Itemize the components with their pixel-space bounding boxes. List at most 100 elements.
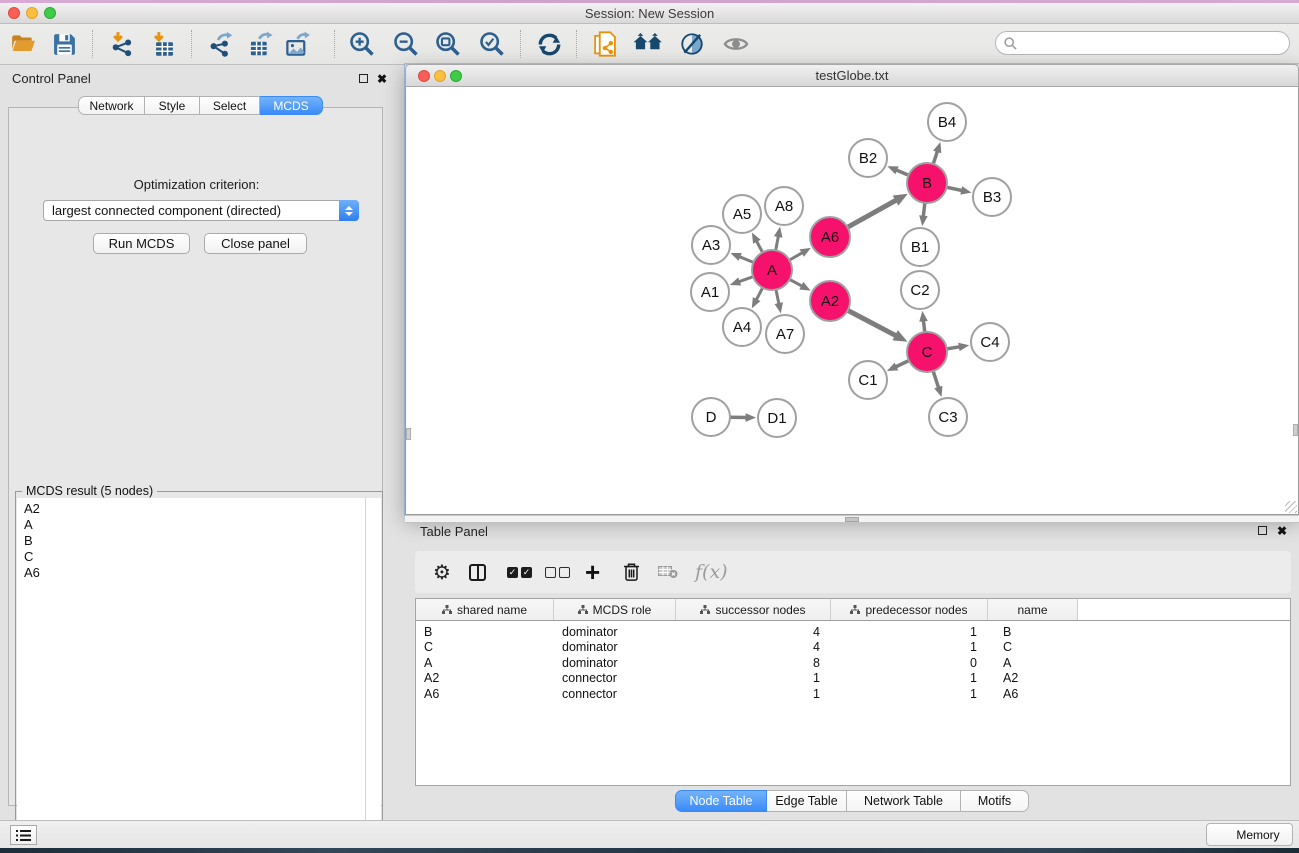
graph-edge-arrowhead [775,302,783,313]
column-header-name[interactable]: name [988,599,1078,620]
new-network-icon[interactable] [588,27,622,61]
mcds-result-item[interactable]: A [17,517,381,533]
graph-node-B1[interactable]: B1 [901,228,939,266]
task-history-button[interactable] [10,825,37,845]
graph-node-C[interactable]: C [907,332,947,372]
tab-motifs[interactable]: Motifs [961,790,1029,812]
tab-network-table[interactable]: Network Table [847,790,961,812]
graph-node-C1[interactable]: C1 [849,361,887,399]
network-close-button[interactable] [418,70,430,82]
tab-style[interactable]: Style [145,96,200,115]
graph-node-A2[interactable]: A2 [810,281,850,321]
graph-edge-arrowhead [934,386,942,397]
search-input[interactable] [1022,36,1289,50]
graph-node-C4[interactable]: C4 [971,323,1009,361]
table-row[interactable]: Bdominator41B [416,624,1290,640]
column-header-mcds-role[interactable]: MCDS role [554,599,676,620]
mcds-result-item[interactable]: A6 [17,565,381,581]
graph-node-D1[interactable]: D1 [758,399,796,437]
search-box[interactable] [995,31,1290,55]
zoom-window-button[interactable] [44,7,56,19]
graph-node-D[interactable]: D [692,398,730,436]
graph-node-C3[interactable]: C3 [929,398,967,436]
graph-node-A7[interactable]: A7 [766,315,804,353]
import-table-icon[interactable] [147,27,181,61]
column-header-successor-nodes[interactable]: successor nodes [676,599,831,620]
export-network-icon[interactable] [204,27,238,61]
table-row[interactable]: A2connector11A2 [416,671,1290,687]
tab-mcds[interactable]: MCDS [260,96,323,115]
mcds-result-item[interactable]: A2 [17,501,381,517]
hide-annotations-icon[interactable] [675,27,709,61]
delete-table-icon[interactable] [658,565,678,579]
graph-node-A1[interactable]: A1 [691,273,729,311]
vertical-scrollbar-handle-right[interactable] [1293,424,1298,436]
cell: 1 [676,671,831,685]
zoom-out-icon[interactable] [389,27,423,61]
app-titlebar: Session: New Session [0,3,1299,24]
network-zoom-button[interactable] [450,70,462,82]
export-table-icon[interactable] [243,27,277,61]
svg-text:A2: A2 [821,293,839,310]
memory-button[interactable]: Memory [1206,823,1293,846]
svg-text:C: C [922,344,933,361]
delete-column-icon[interactable] [623,562,640,582]
svg-text:B: B [922,175,932,192]
apply-layout-icon[interactable] [532,27,566,61]
minimize-window-button[interactable] [26,7,38,19]
cell: C [988,640,1078,654]
table-row[interactable]: A6connector11A6 [416,686,1290,702]
network-window-titlebar[interactable]: testGlobe.txt [405,64,1299,87]
result-scrollbar[interactable] [365,498,381,837]
save-session-icon[interactable] [47,27,81,61]
show-graphics-details-icon[interactable] [719,27,753,61]
column-header-predecessor-nodes[interactable]: predecessor nodes [831,599,988,620]
close-panel-icon[interactable]: ✖ [377,73,387,85]
close-window-button[interactable] [8,7,20,19]
graph-node-B2[interactable]: B2 [849,139,887,177]
tab-node-table[interactable]: Node Table [675,790,767,812]
show-columns-icon[interactable] [469,564,486,581]
zoom-fit-icon[interactable] [431,27,465,61]
deselect-all-icon[interactable] [545,567,570,578]
table-row[interactable]: Cdominator41C [416,640,1290,656]
select-all-icon[interactable]: ✓✓ [507,567,532,578]
zoom-selected-icon[interactable] [475,27,509,61]
first-neighbors-icon[interactable] [631,27,665,61]
graph-node-A3[interactable]: A3 [692,226,730,264]
zoom-in-icon[interactable] [345,27,379,61]
mcds-result-item[interactable]: B [17,533,381,549]
column-header-shared-name[interactable]: shared name [416,599,554,620]
tab-network[interactable]: Network [78,96,145,115]
function-builder-icon[interactable]: f(x) [695,561,728,583]
graph-node-B[interactable]: B [907,163,947,203]
export-image-icon[interactable] [280,27,314,61]
graph-node-B3[interactable]: B3 [973,178,1011,216]
resize-corner-handle[interactable] [1285,501,1297,513]
float-panel-icon[interactable] [359,74,368,83]
import-network-icon[interactable] [105,27,139,61]
graph-node-A4[interactable]: A4 [723,308,761,346]
table-row[interactable]: Adominator80A [416,655,1290,671]
graph-node-A6[interactable]: A6 [810,217,850,257]
vertical-scrollbar-handle[interactable] [406,428,411,440]
tab-edge-table[interactable]: Edge Table [767,790,847,812]
graph-node-A8[interactable]: A8 [765,187,803,225]
run-mcds-button[interactable]: Run MCDS [93,233,190,254]
create-column-icon[interactable]: + [585,562,600,582]
table-close-icon[interactable]: ✖ [1277,525,1287,537]
open-session-icon[interactable] [6,27,40,61]
criterion-dropdown[interactable]: largest connected component (directed) [43,200,359,221]
table-float-icon[interactable] [1258,526,1267,535]
table-settings-icon[interactable]: ⚙ [433,560,451,584]
network-canvas[interactable]: B4 B2 B B3 A8A5 A6 A3 A B1 A1 C2 A2 A4A7 C4 C C1 C3 D D1 [405,87,1299,515]
svg-text:C2: C2 [910,282,929,299]
tab-select[interactable]: Select [200,96,260,115]
graph-node-A[interactable]: A [752,250,792,290]
network-minimize-button[interactable] [434,70,446,82]
graph-node-B4[interactable]: B4 [928,103,966,141]
graph-node-C2[interactable]: C2 [901,271,939,309]
graph-node-A5[interactable]: A5 [723,195,761,233]
close-panel-button[interactable]: Close panel [204,233,307,254]
mcds-result-item[interactable]: C [17,549,381,565]
